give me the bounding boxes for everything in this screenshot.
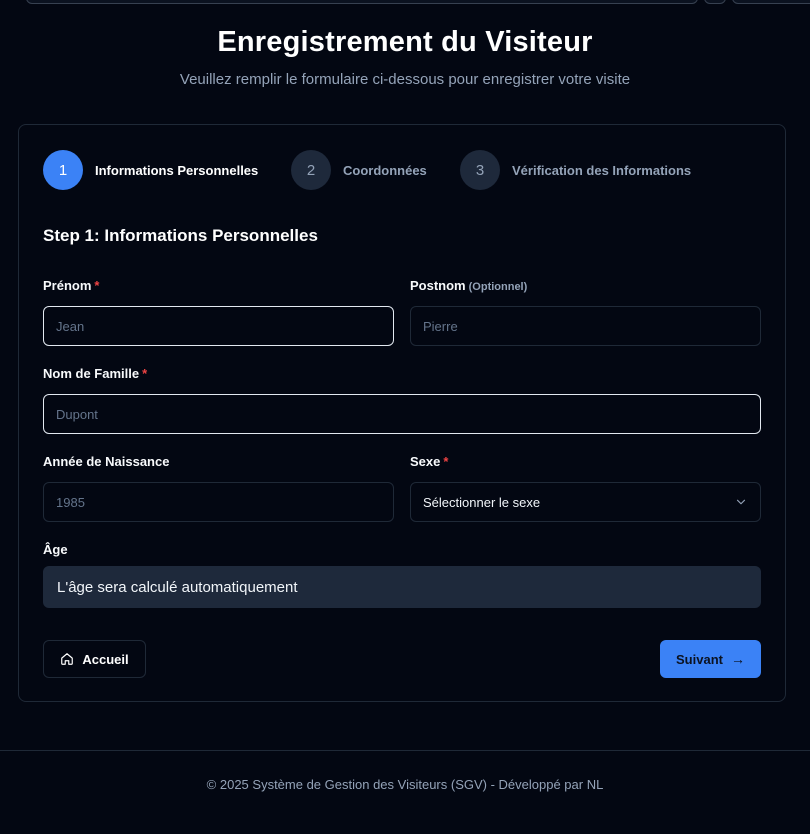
postnom-label: Postnom (Optionnel): [410, 278, 527, 293]
page-subtitle: Veuillez remplir le formulaire ci-dessou…: [179, 71, 631, 88]
sexe-label-text: Sexe: [410, 454, 441, 469]
home-icon: [61, 653, 74, 665]
step-label: Informations Personnelles: [95, 162, 259, 178]
step-number: 3: [460, 150, 500, 190]
browser-chrome-edge: [0, 0, 810, 4]
prenom-label-text: Prénom: [43, 278, 92, 293]
step-label: Coordonnées: [343, 162, 427, 178]
age-readonly-field: L'âge sera calculé automatiquement: [43, 566, 761, 608]
nom-input[interactable]: Dupont: [43, 394, 761, 434]
step-1[interactable]: 1 Informations Personnelles: [43, 150, 258, 190]
address-bar-edge: [26, 0, 698, 4]
step-3[interactable]: 3 Vérification des Informations: [460, 150, 691, 190]
prenom-placeholder: Jean: [56, 318, 85, 334]
next-button[interactable]: Suivant →: [660, 640, 761, 678]
postnom-input[interactable]: Pierre: [410, 306, 761, 346]
sexe-label: Sexe *: [410, 454, 448, 469]
required-mark: *: [443, 454, 449, 469]
annee-label: Année de Naissance: [43, 454, 169, 469]
nom-label: Nom de Famille *: [43, 366, 147, 381]
annee-label-text: Année de Naissance: [43, 454, 170, 469]
home-button-label: Accueil: [82, 651, 129, 667]
arrow-right-icon: →: [730, 651, 745, 667]
registration-form-card: 1 Informations Personnelles 2 Coordonnée…: [18, 124, 786, 702]
nom-placeholder: Dupont: [56, 406, 98, 422]
step-2[interactable]: 2 Coordonnées: [291, 150, 427, 190]
age-value: L'âge sera calculé automatiquement: [57, 578, 298, 596]
age-label: Âge: [43, 542, 68, 557]
optional-note: (Optionnel): [468, 281, 528, 293]
age-label-text: Âge: [43, 542, 68, 557]
chevron-down-icon: [736, 499, 746, 505]
birth-year-input[interactable]: 1985: [43, 482, 394, 522]
stepper: 1 Informations Personnelles 2 Coordonnée…: [43, 150, 763, 190]
sexe-select[interactable]: Sélectionner le sexe: [410, 482, 761, 522]
prenom-input[interactable]: Jean: [43, 306, 394, 346]
nom-label-text: Nom de Famille: [43, 366, 140, 381]
required-mark: *: [94, 278, 100, 293]
footer-copyright: © 2025 Système de Gestion des Visiteurs …: [206, 777, 604, 792]
footer-divider: [0, 750, 810, 751]
step-label: Vérification des Informations: [512, 162, 692, 178]
next-button-label: Suivant: [676, 651, 723, 667]
home-button[interactable]: Accueil: [43, 640, 146, 678]
step-number: 1: [43, 150, 83, 190]
section-title: Step 1: Informations Personnelles: [43, 226, 318, 245]
birth-year-placeholder: 1985: [56, 494, 85, 510]
prenom-label: Prénom *: [43, 278, 99, 293]
page-title: Enregistrement du Visiteur: [217, 26, 593, 58]
toolbar-button-edge: [704, 0, 726, 4]
postnom-placeholder: Pierre: [423, 318, 458, 334]
sexe-select-value: Sélectionner le sexe: [423, 494, 541, 510]
step-number: 2: [291, 150, 331, 190]
required-mark: *: [142, 366, 148, 381]
postnom-label-text: Postnom: [410, 278, 466, 293]
toolbar-button-edge: [732, 0, 810, 4]
